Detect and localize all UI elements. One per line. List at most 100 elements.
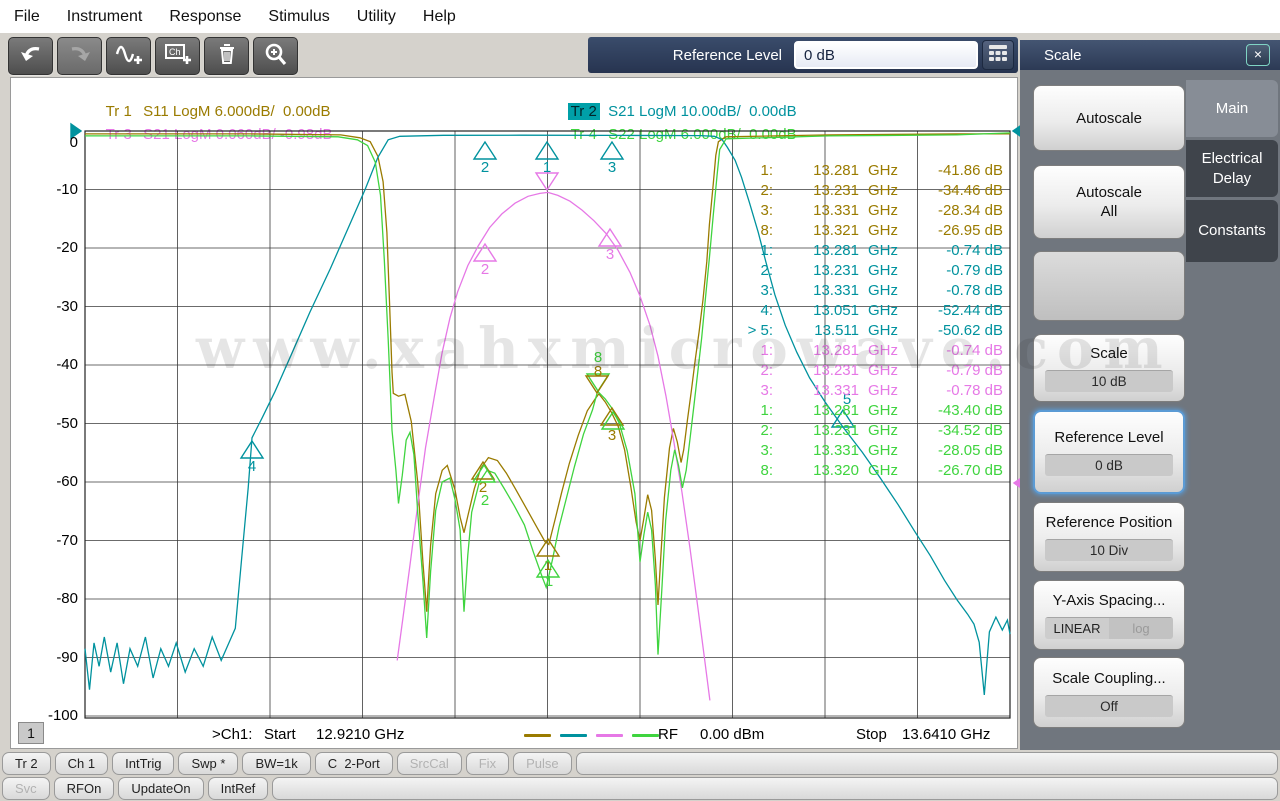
autoscale-all-label: Autoscale All <box>1072 183 1146 221</box>
y-axis-label: -90 <box>40 649 78 666</box>
scale-button[interactable]: Scale 10 dB <box>1033 334 1185 402</box>
marker-readout-row: 2:13.231GHz-34.52 dB <box>737 420 1003 440</box>
autoscale-all-button[interactable]: Autoscale All <box>1033 165 1185 239</box>
delete-button[interactable] <box>204 37 249 75</box>
autoscale-button[interactable]: Autoscale <box>1033 85 1185 151</box>
zoom-in-icon <box>261 41 291 72</box>
trace-color-dash <box>560 734 587 737</box>
status-svc[interactable]: Svc <box>2 777 50 800</box>
scale-value: 10 dB <box>1045 370 1173 392</box>
marker-readout-table: 1:13.281GHz-41.86 dB2:13.231GHz-34.46 dB… <box>737 160 1003 480</box>
channel-badge[interactable]: 1 <box>18 722 44 744</box>
add-trace-icon <box>114 41 144 72</box>
trash-icon <box>212 41 242 72</box>
marker-readout-row: 3:13.331GHz-0.78 dB <box>737 380 1003 400</box>
marker-readout-row: 2:13.231GHz-0.79 dB <box>737 260 1003 280</box>
marker-readout-row: > 5:13.511GHz-50.62 dB <box>737 320 1003 340</box>
menu-response[interactable]: Response <box>169 8 241 26</box>
menu-help[interactable]: Help <box>423 8 456 26</box>
menu-file[interactable]: File <box>14 8 40 26</box>
status-filler[interactable] <box>576 752 1278 775</box>
y-axis-label: -70 <box>40 532 78 549</box>
reference-level-label: Reference Level <box>673 47 782 64</box>
channel-label: >Ch1: <box>212 726 252 743</box>
trace-3-label[interactable]: Tr 3 S21 LogM 0.060dB/ -0.98dB <box>86 109 332 160</box>
y-axis-label: -40 <box>40 356 78 373</box>
reference-level-button[interactable]: Reference Level 0 dB <box>1033 410 1185 494</box>
y-axis-label: -60 <box>40 473 78 490</box>
status-filler[interactable] <box>272 777 1278 800</box>
status-rfon[interactable]: RFOn <box>54 777 115 800</box>
svg-text:Ch: Ch <box>169 47 181 57</box>
close-icon[interactable]: × <box>1246 44 1270 66</box>
status-tr-2[interactable]: Tr 2 <box>2 752 51 775</box>
marker-readout-row: 1:13.281GHz-41.86 dB <box>737 160 1003 180</box>
marker-readout-row: 3:13.331GHz-0.78 dB <box>737 280 1003 300</box>
tab-constants[interactable]: Constants <box>1186 200 1278 262</box>
trace-3-id: Tr 3 <box>103 126 135 143</box>
panel-tabs: MainElectrical DelayConstants <box>1186 80 1280 265</box>
linear-option[interactable]: LINEAR <box>1045 618 1109 639</box>
status-inttrig[interactable]: IntTrig <box>112 752 174 775</box>
y-axis-label: -80 <box>40 590 78 607</box>
marker-readout-row: 8:13.320GHz-26.70 dB <box>737 460 1003 480</box>
add-channel-button[interactable]: Ch <box>155 37 200 75</box>
trace-4-id: Tr 4 <box>568 126 600 143</box>
redo-button[interactable] <box>57 37 102 75</box>
marker-readout-row: 8:13.321GHz-26.95 dB <box>737 220 1003 240</box>
start-value: 12.9210 GHz <box>316 726 404 743</box>
start-label: Start <box>264 726 296 743</box>
reference-position-button[interactable]: Reference Position 10 Div <box>1033 502 1185 572</box>
vna-application-window: File Instrument Response Stimulus Utility Hel… <box>0 0 1280 801</box>
status-bw-1k[interactable]: BW=1k <box>242 752 310 775</box>
status-updateon[interactable]: UpdateOn <box>118 777 203 800</box>
reference-level-input[interactable] <box>794 41 978 69</box>
menu-instrument[interactable]: Instrument <box>67 8 143 26</box>
blank-button[interactable] <box>1033 251 1185 321</box>
undo-icon <box>16 41 46 72</box>
status-intref[interactable]: IntRef <box>208 777 269 800</box>
trace-color-dash <box>596 734 623 737</box>
menu-bar: File Instrument Response Stimulus Utility Hel… <box>0 0 1280 33</box>
marker-readout-row: 1:13.281GHz-0.74 dB <box>737 240 1003 260</box>
keypad-button[interactable] <box>982 40 1014 70</box>
panel-title: Scale <box>1044 47 1246 64</box>
zoom-button[interactable] <box>253 37 298 75</box>
marker-readout-row: 3:13.331GHz-28.34 dB <box>737 200 1003 220</box>
add-channel-icon: Ch <box>163 41 193 72</box>
y-axis-label: -50 <box>40 415 78 432</box>
status-srccal[interactable]: SrcCal <box>397 752 462 775</box>
stop-value: 13.6410 GHz <box>902 726 990 743</box>
status-pulse[interactable]: Pulse <box>513 752 572 775</box>
status-ch-1[interactable]: Ch 1 <box>55 752 108 775</box>
tab-electrical-delay[interactable]: Electrical Delay <box>1186 140 1278 197</box>
menu-utility[interactable]: Utility <box>357 8 396 26</box>
y-axis-spacing-button[interactable]: Y-Axis Spacing... LINEAR log <box>1033 580 1185 650</box>
rf-value: 0.00 dBm <box>700 726 764 743</box>
reference-level-entry-bar: Reference Level <box>588 37 1018 73</box>
y-axis-label: -10 <box>40 181 78 198</box>
log-option[interactable]: log <box>1109 618 1173 639</box>
marker-readout-row: 3:13.331GHz-28.05 dB <box>737 440 1003 460</box>
add-trace-button[interactable] <box>106 37 151 75</box>
scale-coupling-button[interactable]: Scale Coupling... Off <box>1033 657 1185 728</box>
redo-icon <box>65 41 95 72</box>
status-c-2-port[interactable]: C 2-Port <box>315 752 393 775</box>
marker-readout-row: 2:13.231GHz-0.79 dB <box>737 360 1003 380</box>
status-bar: Tr 2Ch 1IntTrigSwp *BW=1kC 2-PortSrcCalF… <box>0 750 1280 801</box>
stop-label: Stop <box>856 726 887 743</box>
status-swp-[interactable]: Swp * <box>178 752 238 775</box>
undo-button[interactable] <box>8 37 53 75</box>
trace-4-label[interactable]: Tr 4 S22 LogM 6.000dB/ 0.00dB <box>551 109 797 160</box>
reference-position-value: 10 Div <box>1045 539 1173 561</box>
y-axis-label: -30 <box>40 298 78 315</box>
marker-readout-row: 1:13.281GHz-43.40 dB <box>737 400 1003 420</box>
status-fix[interactable]: Fix <box>466 752 509 775</box>
menu-stimulus[interactable]: Stimulus <box>268 8 329 26</box>
marker-readout-row: 4:13.051GHz-52.44 dB <box>737 300 1003 320</box>
trace-color-dash <box>524 734 551 737</box>
y-axis-label: 0 <box>40 134 78 151</box>
tab-main[interactable]: Main <box>1186 80 1278 137</box>
marker-readout-row: 1:13.281GHz-0.74 dB <box>737 340 1003 360</box>
reference-level-value: 0 dB <box>1045 454 1173 476</box>
